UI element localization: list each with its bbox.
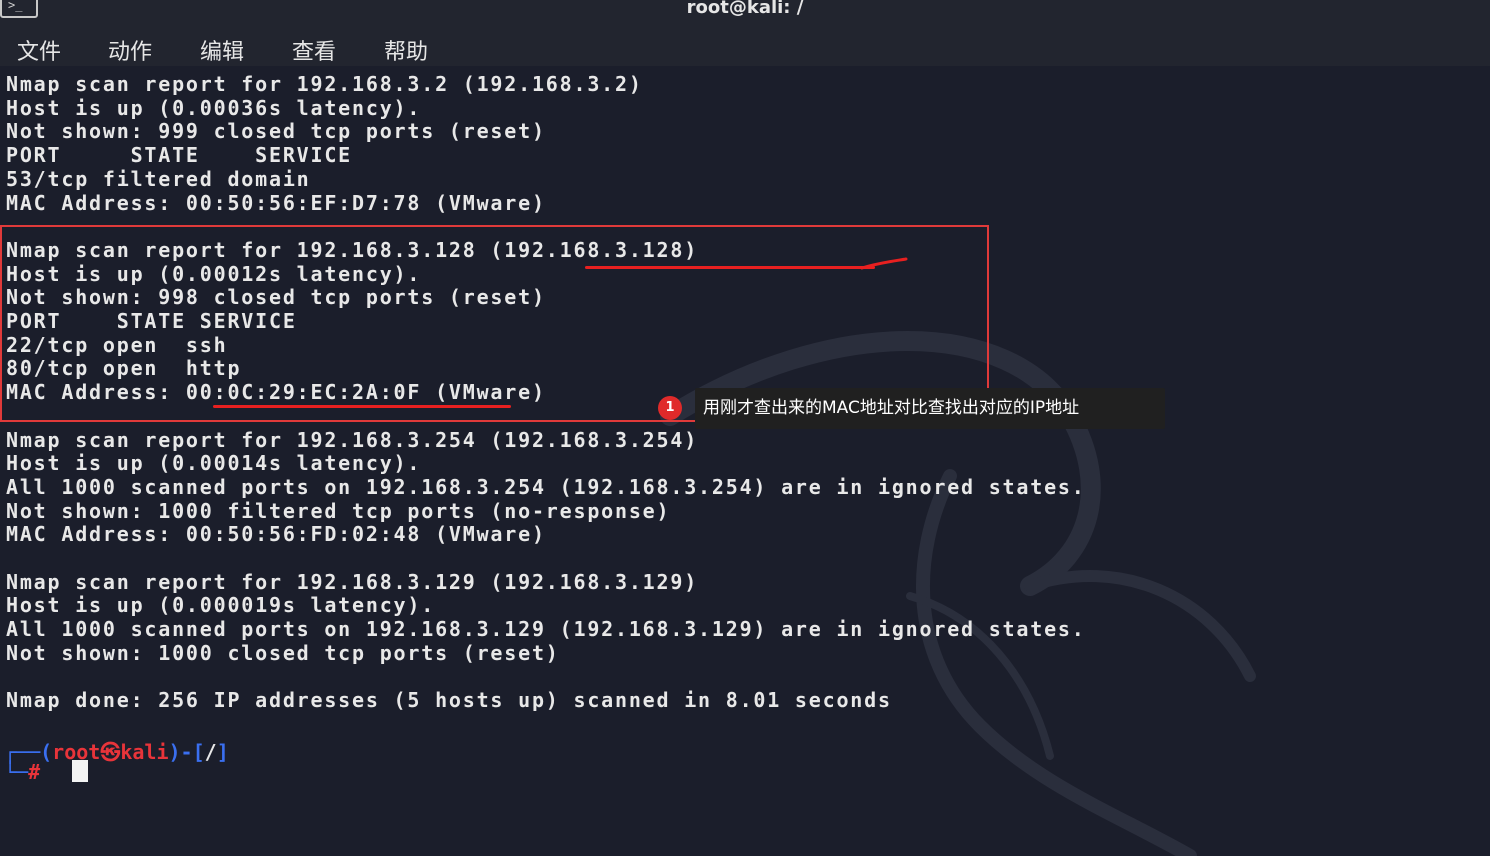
underline-tail (860, 257, 908, 270)
terminal-line: All 1000 scanned ports on 192.168.3.254 … (6, 474, 1086, 499)
terminal-line: Nmap scan report for 192.168.3.254 (192.… (6, 427, 699, 452)
menu-file[interactable]: 文件 (17, 34, 61, 66)
terminal-line: Not shown: 1000 filtered tcp ports (no-r… (6, 498, 671, 523)
terminal-line: MAC Address: 00:50:56:FD:02:48 (VMware) (6, 522, 546, 547)
annotation-badge: 1 (658, 396, 682, 420)
menu-bar: 文件 动作 编辑 查看 帮助 (0, 20, 1490, 66)
terminal-line: Not shown: 1000 closed tcp ports (reset) (6, 640, 560, 665)
menu-help[interactable]: 帮助 (384, 34, 428, 66)
mac-underline (213, 405, 511, 408)
prompt-host: kali (120, 740, 169, 764)
terminal-line: 53/tcp filtered domain (6, 166, 311, 191)
text-cursor[interactable] (72, 760, 88, 782)
prompt-end: ] (216, 740, 229, 764)
prompt-path: / (204, 740, 217, 764)
window-title: root@kali: / (686, 0, 804, 18)
terminal-line: PORT STATE SERVICE (6, 143, 353, 168)
prompt-at: ㉿ (100, 740, 121, 764)
menu-edit[interactable]: 编辑 (200, 34, 244, 66)
title-bar: >_ root@kali: / (0, 0, 1490, 20)
prompt-close: )-[ (168, 740, 205, 764)
menu-view[interactable]: 查看 (292, 34, 336, 66)
terminal-line: Host is up (0.00036s latency). (6, 95, 422, 120)
terminal-line: Host is up (0.00014s latency). (6, 451, 422, 476)
terminal-line: All 1000 scanned ports on 192.168.3.129 … (6, 617, 1086, 642)
terminal-line: Host is up (0.000019s latency). (6, 593, 436, 618)
terminal-line: Nmap scan report for 192.168.3.129 (192.… (6, 569, 699, 594)
terminal-line: Not shown: 999 closed tcp ports (reset) (6, 119, 546, 144)
terminal-line: Nmap done: 256 IP addresses (5 hosts up)… (6, 688, 892, 713)
prompt-hash: # (28, 760, 41, 784)
terminal-line: MAC Address: 00:50:56:EF:D7:78 (VMware) (6, 190, 546, 215)
prompt-line-2: └─# (4, 760, 40, 784)
ip-underline (585, 266, 875, 269)
prompt-corner-bottom: └─ (4, 760, 29, 784)
annotation-tooltip: 用刚才查出来的MAC地址对比查找出对应的IP地址 (695, 388, 1165, 429)
terminal-line: Nmap scan report for 192.168.3.2 (192.16… (6, 72, 643, 96)
menu-action[interactable]: 动作 (108, 34, 152, 66)
